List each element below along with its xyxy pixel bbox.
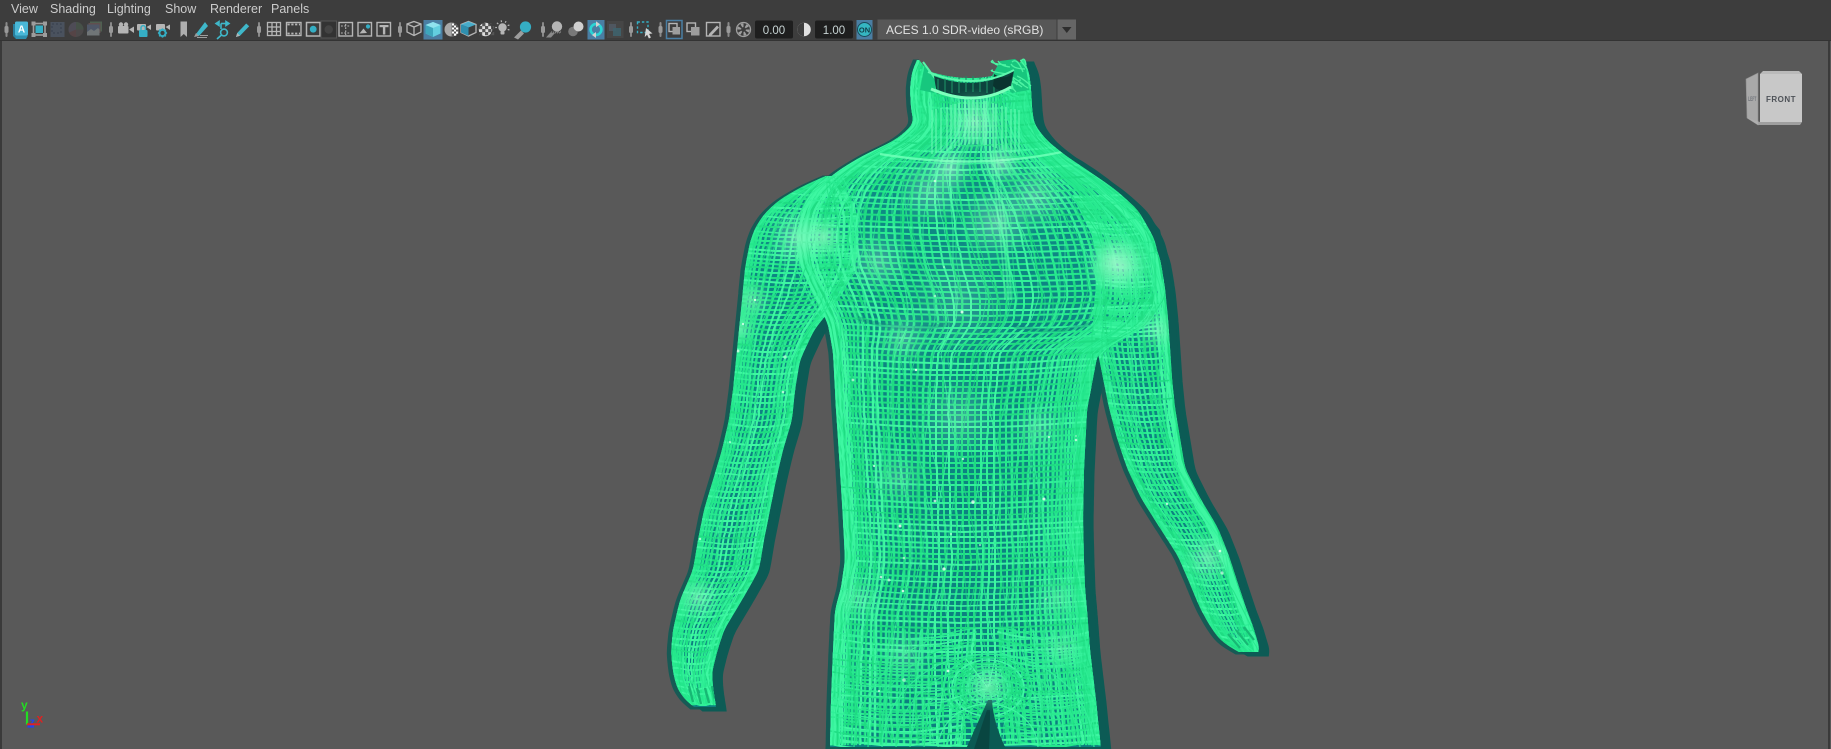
svg-text:FRONT: FRONT <box>1766 95 1796 104</box>
svg-text:A: A <box>18 25 25 36</box>
svg-text:0.00: 0.00 <box>763 25 785 37</box>
svg-text:ON: ON <box>859 26 870 35</box>
svg-text:ACES 1.0 SDR-video (sRGB): ACES 1.0 SDR-video (sRGB) <box>886 23 1043 37</box>
svg-text:z: z <box>30 717 36 729</box>
svg-text:LEFT: LEFT <box>1748 96 1756 103</box>
svg-text:y: y <box>21 698 28 712</box>
svg-text:x: x <box>37 712 44 726</box>
svg-text:1.00: 1.00 <box>823 25 845 37</box>
